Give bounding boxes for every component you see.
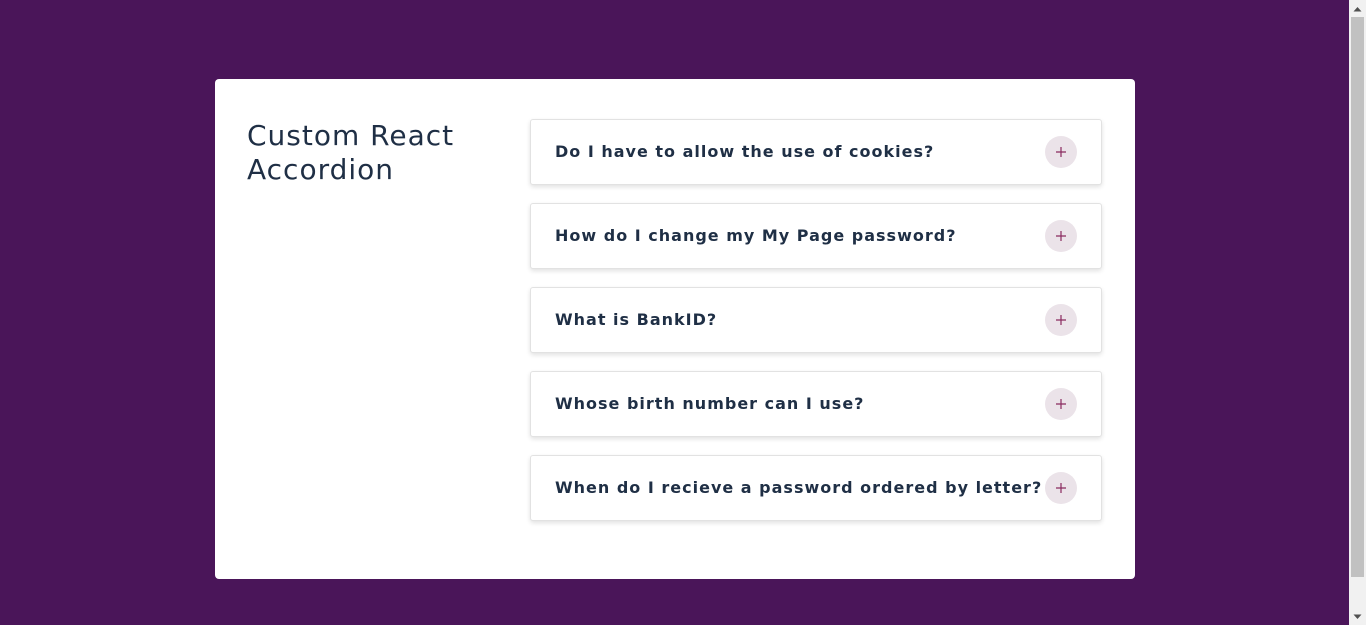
accordion-item-password[interactable]: How do I change my My Page password? — [530, 203, 1102, 269]
plus-icon — [1056, 399, 1066, 409]
scroll-down-arrow-icon[interactable] — [1349, 608, 1366, 625]
page-title: Custom React Accordion — [247, 119, 455, 186]
accordion-question: What is BankID? — [555, 310, 718, 329]
expand-toggle-button[interactable] — [1045, 220, 1077, 252]
accordion-question: Whose birth number can I use? — [555, 394, 865, 413]
plus-icon — [1056, 231, 1066, 241]
plus-icon — [1056, 315, 1066, 325]
accordion-item-cookies[interactable]: Do I have to allow the use of cookies? — [530, 119, 1102, 185]
accordion-item-bankid[interactable]: What is BankID? — [530, 287, 1102, 353]
accordion-item-letter-password[interactable]: When do I recieve a password ordered by … — [530, 455, 1102, 521]
expand-toggle-button[interactable] — [1045, 304, 1077, 336]
accordion-list: Do I have to allow the use of cookies? H… — [530, 119, 1102, 539]
accordion-question: Do I have to allow the use of cookies? — [555, 142, 935, 161]
page-background: Custom React Accordion Do I have to allo… — [0, 0, 1349, 625]
scroll-up-arrow-icon[interactable] — [1349, 0, 1366, 17]
accordion-question: How do I change my My Page password? — [555, 226, 957, 245]
vertical-scrollbar[interactable] — [1349, 0, 1366, 625]
accordion-question: When do I recieve a password ordered by … — [555, 478, 1043, 497]
plus-icon — [1056, 483, 1066, 493]
plus-icon — [1056, 147, 1066, 157]
expand-toggle-button[interactable] — [1045, 136, 1077, 168]
accordion-item-birth-number[interactable]: Whose birth number can I use? — [530, 371, 1102, 437]
expand-toggle-button[interactable] — [1045, 472, 1077, 504]
accordion-card: Custom React Accordion Do I have to allo… — [215, 79, 1135, 579]
expand-toggle-button[interactable] — [1045, 388, 1077, 420]
scrollbar-thumb[interactable] — [1351, 17, 1364, 577]
